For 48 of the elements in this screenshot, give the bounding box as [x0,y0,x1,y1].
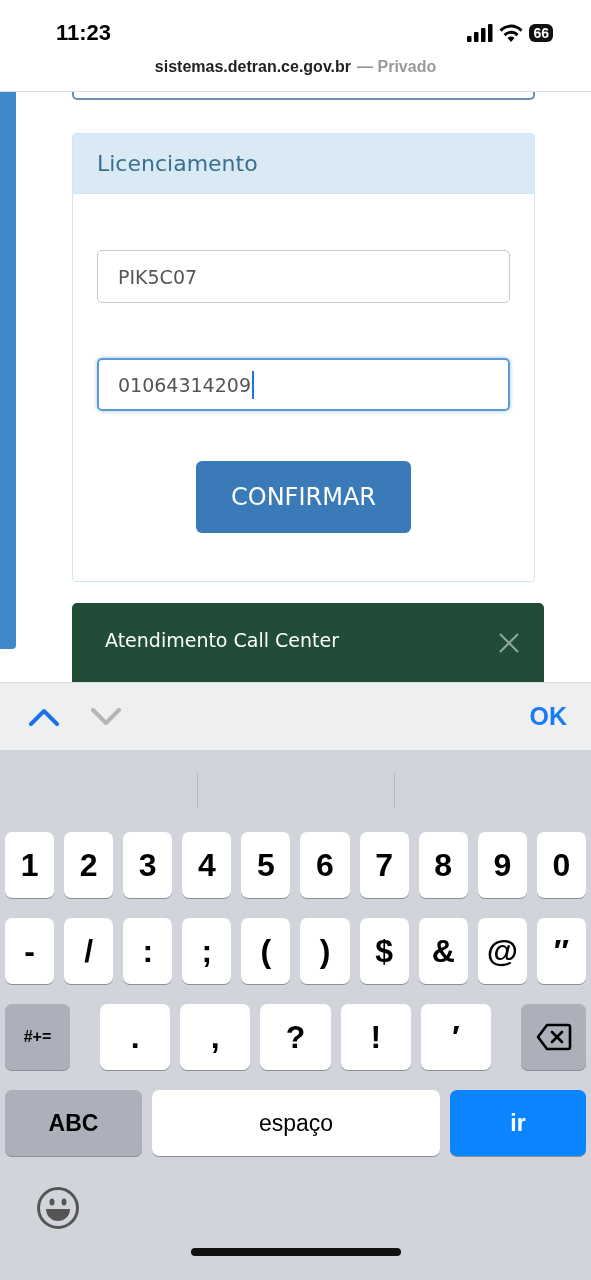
keyboard-key[interactable]: 4 [182,832,232,898]
url-domain[interactable]: sistemas.detran.ce.gov.br [154,58,352,76]
backspace-key[interactable] [521,1004,586,1070]
private-label: — Privado [357,58,437,76]
keyboard-key[interactable]: @ [477,918,527,984]
keyboard-key[interactable]: ! [340,1004,411,1070]
keyboard-key[interactable]: 7 [359,832,409,898]
keyboard-key[interactable]: 3 [123,832,173,898]
done-button[interactable]: OK [529,702,567,731]
emoji-icon[interactable] [36,1186,80,1230]
keyboard-key[interactable]: ? [260,1004,331,1070]
keyboard-key[interactable]: ′ [420,1004,491,1070]
keyboard-key[interactable]: 6 [300,832,350,898]
status-time: 11:23 [56,20,112,46]
input-field[interactable]: 01064314209 [97,358,510,411]
keyboard-key[interactable]: : [123,918,173,984]
keyboard-key[interactable]: 8 [418,832,468,898]
keyboard-key[interactable]: 9 [477,832,527,898]
confirm-button[interactable]: CONFIRMAR [196,461,411,533]
keyboard-key[interactable]: ABC [5,1090,142,1156]
keyboard-key[interactable]: / [64,918,114,984]
input-field[interactable]: PIK5C07 [97,250,510,303]
keyboard-key[interactable]: 5 [241,832,291,898]
backspace-icon [535,1023,572,1051]
keyboard-key[interactable]: $ [359,918,409,984]
keyboard-key[interactable]: , [180,1004,251,1070]
keyboard-key[interactable]: ; [182,918,232,984]
chat-title: Atendimento Call Center [105,629,339,651]
chat-bar[interactable]: Atendimento Call Center [72,603,544,682]
keyboard-key[interactable]: 0 [536,832,586,898]
previous-field-icon[interactable] [28,707,60,726]
input-field[interactable] [72,92,535,100]
keyboard-key[interactable]: 2 [64,832,114,898]
signal-icon [467,24,494,42]
battery-level: 66 [529,24,553,42]
keyboard-key[interactable]: & [418,918,468,984]
space-key[interactable]: espaço [152,1090,440,1156]
panel-title: Licenciamento [97,151,258,176]
keyboard-key[interactable]: - [5,918,55,984]
keyboard-key[interactable]: . [100,1004,171,1070]
go-key[interactable]: ir [450,1090,586,1156]
keyboard-key[interactable]: ″ [536,918,586,984]
keyboard-key[interactable]: #+= [5,1004,70,1070]
close-icon[interactable] [498,632,520,654]
keyboard-key[interactable]: ( [241,918,291,984]
wifi-icon [499,24,524,42]
keyboard-key[interactable]: ) [300,918,350,984]
keyboard-key[interactable]: 1 [5,832,55,898]
